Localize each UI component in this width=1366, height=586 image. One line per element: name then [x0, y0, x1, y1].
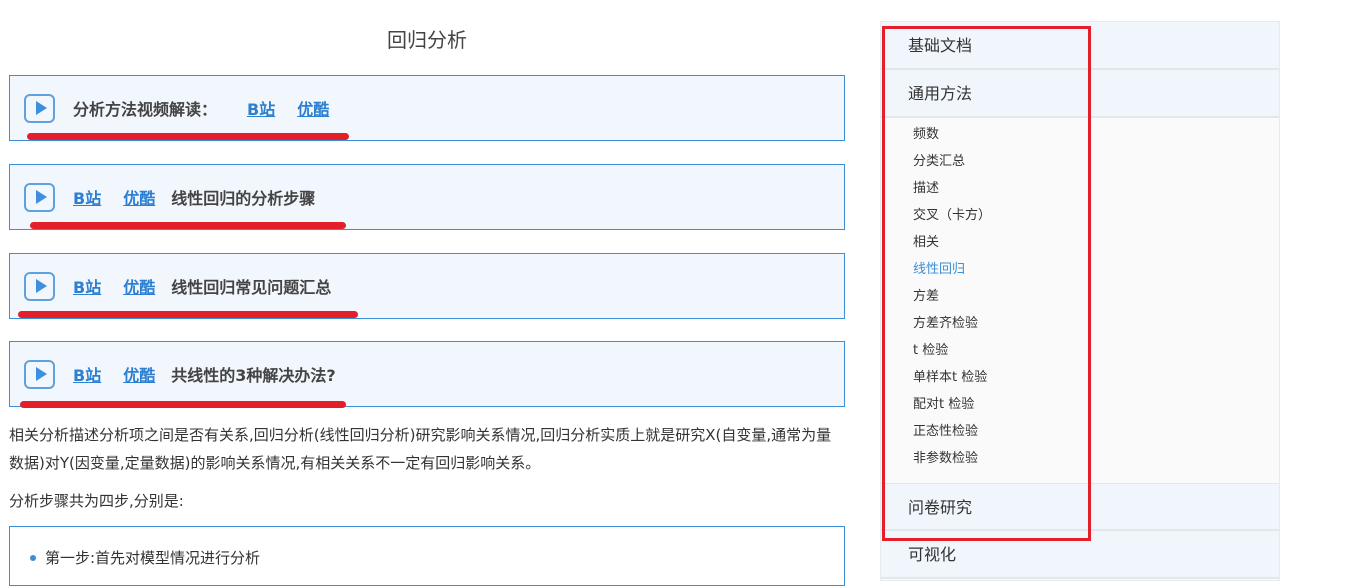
sidebar-item[interactable]: 描述 — [913, 180, 1279, 207]
bilibili-link[interactable]: B站 — [73, 362, 101, 386]
video-box-intro: 分析方法视频解读： B站 优酷 — [9, 75, 845, 141]
sidebar-item[interactable]: 正态性检验 — [913, 423, 1279, 450]
sidebar-section-visualization[interactable]: 可视化 — [881, 531, 1279, 579]
steps-intro: 分析步骤共为四步,分别是: — [9, 492, 184, 510]
annotation-underline — [20, 401, 346, 408]
sidebar-section-basic-docs[interactable]: 基础文档 — [881, 22, 1279, 70]
sidebar-item[interactable]: 配对t 检验 — [913, 396, 1279, 423]
sidebar-item[interactable]: 方差 — [913, 288, 1279, 315]
sidebar-item-active[interactable]: 线性回归 — [913, 261, 1279, 288]
sidebar-nav: 基础文档 通用方法 频数 分类汇总 描述 交叉（卡方） 相关 线性回归 方差 方… — [880, 21, 1280, 581]
video-box-faq: B站 优酷 线性回归常见问题汇总 — [9, 253, 845, 319]
play-icon[interactable] — [24, 93, 55, 123]
sidebar-section-questionnaire[interactable]: 问卷研究 — [881, 483, 1279, 531]
bilibili-link[interactable]: B站 — [73, 185, 101, 209]
video-box-text: 共线性的3种解决办法? — [171, 366, 336, 385]
sidebar-section-general-methods[interactable]: 通用方法 — [881, 70, 1279, 118]
sidebar-item[interactable]: 频数 — [913, 126, 1279, 153]
video-box-collinearity: B站 优酷 共线性的3种解决办法? — [9, 341, 845, 407]
youku-link[interactable]: 优酷 — [123, 185, 155, 209]
sidebar-items: 频数 分类汇总 描述 交叉（卡方） 相关 线性回归 方差 方差齐检验 t 检验 … — [881, 118, 1279, 483]
play-icon[interactable] — [24, 182, 55, 212]
annotation-underline — [27, 133, 349, 140]
sidebar-item[interactable]: t 检验 — [913, 342, 1279, 369]
steps-box: 第一步:首先对模型情况进行分析 — [9, 526, 845, 586]
sidebar-item[interactable]: 单样本t 检验 — [913, 369, 1279, 396]
video-box-text: 线性回归常见问题汇总 — [171, 278, 332, 297]
intro-paragraph: 相关分析描述分析项之间是否有关系,回归分析(线性回归分析)研究影响关系情况,回归… — [9, 426, 832, 472]
step-item: 第一步:首先对模型情况进行分析 — [30, 547, 844, 568]
youku-link[interactable]: 优酷 — [123, 274, 155, 298]
bilibili-link[interactable]: B站 — [247, 96, 275, 120]
video-box-text: 线性回归的分析步骤 — [171, 189, 316, 208]
page-title: 回归分析 — [387, 28, 467, 52]
play-icon[interactable] — [24, 359, 55, 389]
sidebar-item[interactable]: 非参数检验 — [913, 450, 1279, 477]
sidebar-item[interactable]: 分类汇总 — [913, 153, 1279, 180]
youku-link[interactable]: 优酷 — [123, 362, 155, 386]
youku-link[interactable]: 优酷 — [297, 96, 329, 120]
annotation-underline — [30, 222, 346, 229]
annotation-underline — [18, 311, 358, 318]
play-icon[interactable] — [24, 271, 55, 301]
video-box-text: 分析方法视频解读： — [73, 100, 218, 119]
bilibili-link[interactable]: B站 — [73, 274, 101, 298]
sidebar-item[interactable]: 相关 — [913, 234, 1279, 261]
sidebar-item[interactable]: 方差齐检验 — [913, 315, 1279, 342]
video-box-steps: B站 优酷 线性回归的分析步骤 — [9, 164, 845, 230]
sidebar-item[interactable]: 交叉（卡方） — [913, 207, 1279, 234]
